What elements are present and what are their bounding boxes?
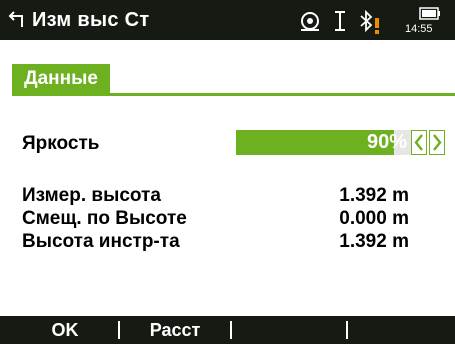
back-arrow-icon[interactable] bbox=[8, 9, 26, 29]
warning-icon bbox=[375, 18, 379, 34]
brightness-slider[interactable]: 90% bbox=[236, 130, 411, 155]
brightness-value: 90% bbox=[366, 131, 407, 153]
softkey-bar: OK Расст bbox=[0, 316, 455, 344]
page-title: Изм выс Ст bbox=[32, 9, 150, 31]
height-offset-label: Смещ. по Высоте bbox=[22, 208, 187, 229]
instrument-height-value: 1.392 m bbox=[339, 231, 409, 252]
cursor-i-icon bbox=[335, 11, 345, 31]
tab-data[interactable]: Данные bbox=[12, 64, 110, 94]
increase-button[interactable] bbox=[429, 130, 445, 155]
battery-icon bbox=[419, 7, 440, 20]
softkey-3[interactable] bbox=[232, 316, 346, 344]
decrease-button[interactable] bbox=[411, 130, 427, 155]
measured-height-value: 1.392 m bbox=[339, 185, 409, 206]
softkey-4[interactable] bbox=[348, 316, 455, 344]
softkey-ok[interactable]: OK bbox=[12, 316, 118, 344]
status-icons: 14:55 bbox=[299, 6, 449, 36]
target-icon bbox=[301, 12, 319, 31]
height-offset-value: 0.000 m bbox=[339, 208, 409, 229]
softkey-distance[interactable]: Расст bbox=[120, 316, 230, 344]
brightness-label: Яркость bbox=[22, 133, 100, 154]
title-bar: Изм выс Ст 14:55 bbox=[0, 0, 455, 40]
chevron-left-icon bbox=[414, 134, 423, 151]
bluetooth-icon bbox=[360, 10, 373, 32]
instrument-height-label: Высота инстр-та bbox=[22, 231, 180, 252]
tab-underline bbox=[12, 93, 455, 96]
clock-time: 14:55 bbox=[405, 23, 433, 35]
chevron-right-icon bbox=[433, 134, 442, 151]
measured-height-label: Измер. высота bbox=[22, 185, 161, 206]
